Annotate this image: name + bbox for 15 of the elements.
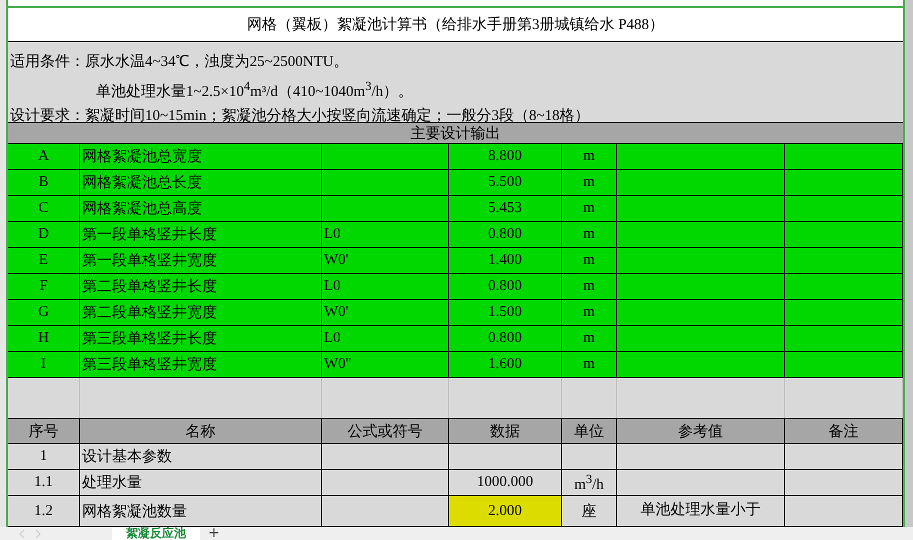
condition-text: 单池处理水量1~2.5×10$^{4}$m³/d（410~1040m$^{3}$/h）。 (95, 78, 414, 102)
column-header: 数据 (449, 418, 562, 444)
table-cell: 2.000 (449, 496, 562, 527)
next-sheet-icon[interactable] (34, 529, 42, 539)
column-header: 公式或符号 (322, 418, 449, 444)
column-header: 名称 (80, 418, 322, 444)
column-header: 备注 (785, 418, 903, 444)
add-sheet-button[interactable]: + (200, 527, 228, 539)
section-heading: 主要设计输出 (410, 124, 500, 142)
sheet-title: 网格（翼板）絮凝池计算书（给排水手册第3册城镇给水 P488） (8, 8, 903, 42)
previous-sheet-icon[interactable] (18, 529, 26, 539)
column-header: 参考值 (617, 418, 785, 444)
scrollbar[interactable] (905, 0, 913, 527)
condition-text: 适用条件：原水水温4~34℃，浊度为25~2500NTU。 (10, 52, 350, 72)
condition-text: 设计要求：絮凝时间10~15min；絮凝池分格大小按竖向流速确定；一般分3段（8~18格） (10, 106, 591, 125)
